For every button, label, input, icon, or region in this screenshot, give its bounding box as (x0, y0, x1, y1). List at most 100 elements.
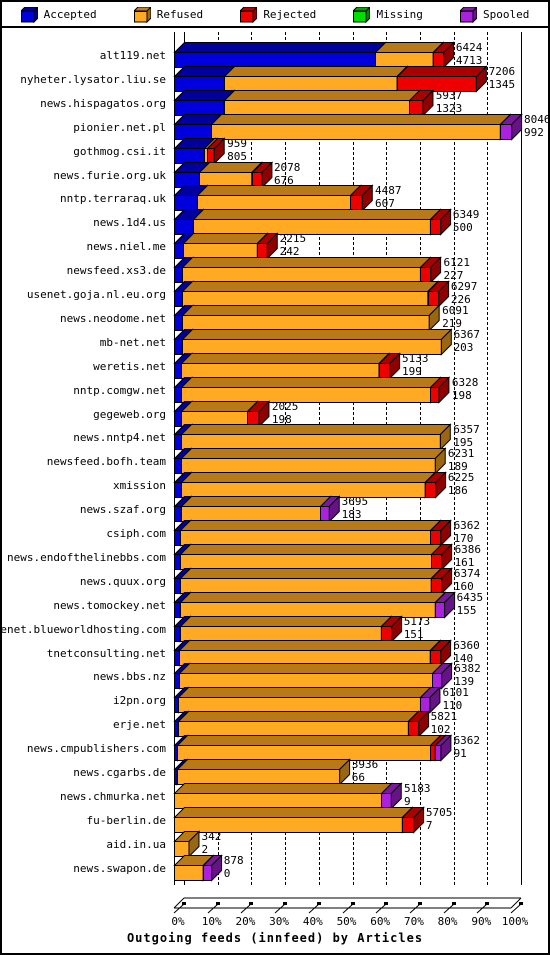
bar-segment-refused[interactable] (181, 256, 433, 284)
bar-segment-refused[interactable] (173, 782, 393, 810)
chart-row[interactable]: newsfeed.xs3.de 6121 227 (2, 256, 548, 284)
bar-segment-accepted[interactable] (173, 41, 387, 69)
bar-segment-rejected[interactable] (396, 65, 488, 93)
bar-segment-refused[interactable] (181, 328, 453, 356)
chart-row[interactable]: news.1d4.us 6349 500 (2, 208, 548, 237)
chart-row[interactable]: news.quux.org 6374 160 (2, 567, 548, 595)
bar-segment-refused[interactable] (173, 829, 201, 858)
bar-segment-rejected[interactable] (429, 375, 451, 404)
bar-segment-refused[interactable] (178, 662, 444, 691)
chart-row[interactable]: newsfeed.bofh.team 6231 189 (2, 447, 548, 476)
bar-segment-refused[interactable] (177, 686, 432, 715)
bar-segment-rejected[interactable] (429, 208, 452, 237)
bar-segment-spooled[interactable] (201, 853, 223, 882)
bar-segment-rejected[interactable] (430, 567, 453, 595)
bar-segment-refused[interactable] (222, 89, 422, 117)
bar-segment-refused[interactable] (175, 758, 351, 786)
chart-row[interactable]: news.bbs.nz 6382 139 (2, 662, 548, 691)
chart-row[interactable]: weretis.net 5133 199 (2, 351, 548, 380)
value-labels: 6225 186 (448, 472, 475, 496)
bar-segment-rejected[interactable] (250, 160, 273, 189)
chart-row[interactable]: mb-net.net 6367 203 (2, 328, 548, 356)
bar-segment-spooled[interactable] (319, 495, 341, 523)
bar-segment-refused[interactable] (180, 423, 452, 452)
chart-row[interactable]: alt119.net 6424 4713 (2, 41, 548, 69)
bar-segment-rejected[interactable] (429, 519, 453, 547)
bar-segment-rejected[interactable] (430, 543, 454, 571)
chart-row[interactable]: news.tomockey.net 6435 155 (2, 590, 548, 619)
bar-segment-rejected[interactable] (256, 232, 279, 260)
bar-segment-rejected[interactable] (379, 614, 403, 643)
bar-segment-rejected[interactable] (432, 41, 455, 69)
bar-segment-rejected[interactable] (349, 184, 374, 213)
accepted-value: 7 (425, 818, 433, 832)
bar-segment-rejected[interactable] (408, 89, 435, 117)
bar-segment-spooled[interactable] (380, 782, 403, 810)
bar-segment-refused[interactable] (180, 495, 332, 523)
bar-segment-rejected[interactable] (419, 256, 443, 284)
bar-segment-refused[interactable] (181, 304, 441, 332)
bar-segment-rejected[interactable] (378, 351, 401, 380)
chart-row[interactable]: tnetconsulting.net 6360 140 (2, 638, 548, 667)
total-value: 6435 (456, 590, 484, 604)
chart-row[interactable]: xmission 6225 186 (2, 471, 548, 499)
chart-row[interactable]: gegeweb.org 2025 198 (2, 399, 548, 428)
chart-row[interactable]: csiph.com 6362 170 (2, 519, 548, 547)
bar-segment-rejected[interactable] (406, 710, 430, 738)
chart-row[interactable]: pionier.net.pl 8046 992 (2, 112, 548, 141)
chart-row[interactable]: i2pn.org 6101 110 (2, 686, 548, 715)
chart-row[interactable]: news.swapon.de 878 0 (2, 853, 548, 882)
bar-segment-refused[interactable] (210, 112, 512, 141)
chart-row[interactable]: usenet.blueworldhosting.com 5173 151 (2, 614, 548, 643)
bar-segment-refused[interactable] (192, 208, 442, 237)
bar-segment-refused[interactable] (179, 519, 443, 547)
chart-row[interactable]: nntp.comgw.net 6328 198 (2, 375, 548, 404)
chart-row[interactable]: news.endofthelinebbs.com 6386 161 (2, 543, 548, 571)
chart-row[interactable]: news.chmurka.net 5183 9 (2, 782, 548, 810)
bar-segment-spooled[interactable] (499, 112, 523, 141)
bar-segment-refused[interactable] (180, 375, 443, 404)
chart-row[interactable]: aid.in.ua 342 2 (2, 829, 548, 858)
bar-segment-refused[interactable] (180, 351, 391, 380)
bar-segment-refused[interactable] (180, 447, 447, 476)
chart-row[interactable]: gothmog.csi.it 959 805 (2, 136, 548, 165)
chart-row[interactable]: usenet.goja.nl.eu.org 6297 226 (2, 280, 548, 308)
bar-segment-refused[interactable] (180, 471, 437, 499)
total-value: 6362 (453, 519, 481, 532)
bar-segment-refused[interactable] (179, 567, 443, 595)
bar-segment-refused[interactable] (223, 65, 409, 93)
chart-row[interactable]: nyheter.lysator.liu.se 7206 1345 (2, 65, 548, 93)
value-labels: 2078 676 (274, 162, 301, 186)
chart-row[interactable]: news.neodome.net 6091 219 (2, 304, 548, 332)
category-label: nyheter.lysator.liu.se (20, 72, 166, 86)
chart-row[interactable]: news.furie.org.uk 2078 676 (2, 160, 548, 189)
bar-segment-refused[interactable] (176, 734, 443, 762)
chart-row[interactable]: fu-berlin.de 5705 7 (2, 806, 548, 834)
bar-segment-rejected[interactable] (206, 136, 226, 165)
chart-row[interactable]: news.cmpublishers.com 6362 91 (2, 734, 548, 762)
bar-segment-refused[interactable] (173, 806, 414, 834)
bar-segment-refused[interactable] (176, 710, 420, 738)
bar-segment-rejected[interactable] (401, 806, 425, 834)
bar-segment-spooled[interactable] (434, 734, 453, 762)
bar-segment-spooled[interactable] (433, 590, 456, 619)
chart-row[interactable]: news.niel.me 2215 242 (2, 232, 548, 260)
bar-segment-refused[interactable] (179, 614, 393, 643)
chart-row[interactable]: news.cgarbs.de 3936 66 (2, 758, 548, 786)
bar-segment-rejected[interactable] (429, 638, 452, 667)
value-labels: 6297 226 (451, 281, 478, 305)
chart-row[interactable]: nntp.terraraq.uk 4487 607 (2, 184, 548, 213)
bar-segment-refused[interactable] (181, 280, 440, 308)
bar-segment-refused[interactable] (178, 638, 442, 667)
chart-row[interactable]: news.nntp4.net 6357 195 (2, 423, 548, 452)
bar-segment-rejected[interactable] (424, 471, 447, 499)
category-label: news.quux.org (79, 574, 166, 588)
bar-segment-refused[interactable] (196, 184, 362, 213)
bar-segment-rejected[interactable] (246, 399, 271, 428)
bar-segment-refused[interactable] (179, 543, 444, 571)
accepted-value: 1345 (488, 77, 516, 91)
bar-segment-refused[interactable] (179, 590, 447, 619)
chart-row[interactable]: news.hispagatos.org 5937 1323 (2, 89, 548, 117)
chart-row[interactable]: erje.net 5821 102 (2, 710, 548, 738)
chart-row[interactable]: news.szaf.org 3695 183 (2, 495, 548, 523)
